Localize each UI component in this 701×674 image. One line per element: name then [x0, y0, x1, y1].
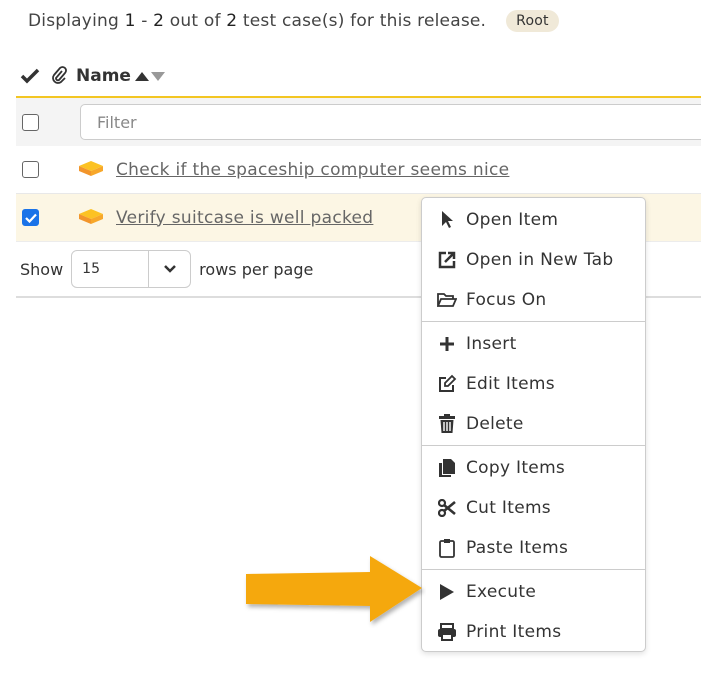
table-header: Name: [16, 56, 701, 98]
menu-separator: [422, 569, 645, 570]
menu-item-label: Copy Items: [466, 458, 566, 478]
name-filter-input[interactable]: [80, 104, 701, 140]
menu-item-paste-items[interactable]: Paste Items: [422, 528, 645, 568]
copy-icon: [436, 458, 458, 478]
summary-dash: -: [141, 11, 148, 31]
summary-suffix: test case(s) for this release.: [242, 11, 487, 31]
menu-item-insert[interactable]: Insert: [422, 324, 645, 364]
menu-item-delete[interactable]: Delete: [422, 404, 645, 444]
trash-icon: [436, 414, 458, 434]
page-size-select[interactable]: 15: [71, 250, 192, 288]
menu-item-open-new-tab[interactable]: Open in New Tab: [422, 240, 645, 280]
menu-separator: [422, 321, 645, 322]
menu-item-cut-items[interactable]: Cut Items: [422, 488, 645, 528]
pointer-icon: [436, 210, 458, 230]
table-row[interactable]: Check if the spaceship computer seems ni…: [16, 146, 701, 194]
print-icon: [436, 623, 458, 641]
scissors-icon: [436, 499, 458, 517]
row-checkbox[interactable]: [22, 209, 39, 226]
play-icon: [436, 583, 458, 601]
page-size-value: 15: [82, 261, 100, 277]
paperclip-icon[interactable]: [50, 66, 68, 86]
row-checkbox[interactable]: [22, 161, 39, 178]
rows-per-page-label: rows per page: [199, 259, 314, 279]
menu-item-label: Delete: [466, 414, 524, 434]
menu-item-label: Insert: [466, 334, 517, 354]
check-icon[interactable]: [20, 67, 40, 85]
menu-item-label: Print Items: [466, 622, 562, 642]
menu-item-execute[interactable]: Execute: [422, 572, 645, 612]
sort-toggle[interactable]: [134, 71, 165, 81]
folder-open-icon: [436, 292, 458, 308]
select-all-checkbox[interactable]: [22, 113, 39, 131]
menu-separator: [422, 445, 645, 446]
filter-row: [16, 98, 701, 146]
name-column-header[interactable]: Name: [76, 66, 131, 86]
summary-middle: out of: [169, 11, 221, 31]
context-menu: Open Item Open in New Tab Focus On Inser…: [421, 197, 646, 652]
menu-item-edit-items[interactable]: Edit Items: [422, 364, 645, 404]
menu-item-print-items[interactable]: Print Items: [422, 612, 645, 652]
menu-item-focus-on[interactable]: Focus On: [422, 280, 645, 320]
edit-icon: [436, 374, 458, 394]
menu-item-open-item[interactable]: Open Item: [422, 200, 645, 240]
menu-item-label: Cut Items: [466, 498, 551, 518]
summary-to: 2: [153, 11, 165, 31]
test-case-link[interactable]: Check if the spaceship computer seems ni…: [116, 160, 509, 180]
menu-item-label: Paste Items: [466, 538, 569, 558]
sort-descending-icon[interactable]: [150, 71, 165, 81]
test-case-link[interactable]: Verify suitcase is well packed: [116, 208, 373, 228]
plus-icon: [436, 336, 458, 352]
menu-item-label: Open Item: [466, 210, 559, 230]
show-label: Show: [20, 259, 64, 279]
summary-from: 1: [124, 11, 136, 31]
test-case-icon: [78, 158, 104, 182]
clipboard-icon: [436, 538, 458, 558]
annotation-arrow-icon: [246, 556, 422, 622]
folder-badge[interactable]: Root: [506, 10, 559, 32]
chevron-down-icon[interactable]: [148, 251, 190, 287]
test-case-icon: [78, 206, 104, 230]
summary-total: 2: [226, 11, 238, 31]
sort-ascending-icon[interactable]: [134, 71, 149, 81]
menu-item-label: Open in New Tab: [466, 250, 614, 270]
menu-item-copy-items[interactable]: Copy Items: [422, 448, 645, 488]
menu-item-label: Edit Items: [466, 374, 555, 394]
menu-item-label: Execute: [466, 582, 537, 602]
summary-prefix: Displaying: [28, 11, 119, 31]
menu-item-label: Focus On: [466, 290, 547, 310]
results-summary: Displaying 1 - 2 out of 2 test case(s) f…: [28, 10, 559, 32]
external-link-icon: [436, 250, 458, 270]
